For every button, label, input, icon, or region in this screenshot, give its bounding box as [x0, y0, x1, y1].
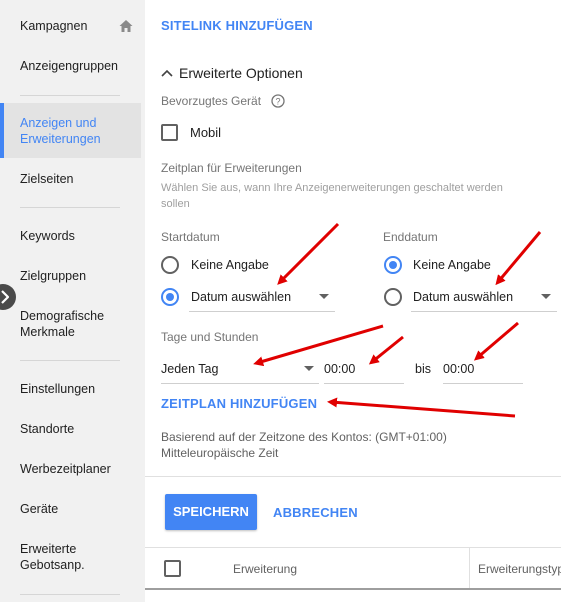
sidebar-item-label: Standorte: [20, 422, 75, 436]
sidebar-item-demografische-merkmale[interactable]: Demografische Merkmale: [0, 308, 145, 340]
end-none-radio[interactable]: [384, 256, 402, 274]
end-date-select-value: Datum auswählen: [413, 290, 514, 304]
caret-down-icon: [304, 366, 314, 371]
sidebar-divider: [20, 207, 120, 208]
timezone-name: Mitteleuropäische Zeit: [161, 446, 279, 460]
timezone-note: Basierend auf der Zeitzone des Kontos: (…: [161, 430, 447, 444]
time-to-field[interactable]: 00:00: [443, 360, 523, 384]
sidebar-divider: [20, 360, 120, 361]
sidebar-item-label: Demografische Merkmale: [20, 309, 105, 339]
start-date-label: Startdatum: [161, 230, 220, 244]
sidebar-item-label: Geräte: [20, 502, 59, 516]
start-none-label: Keine Angabe: [191, 258, 269, 272]
sidebar-item-zielseiten[interactable]: Zielseiten: [0, 171, 145, 187]
sidebar-item-anzeigen-und-erweiterungen[interactable]: Anzeigen und Erweiterungen: [0, 103, 141, 158]
sidebar-divider: [20, 594, 120, 595]
sidebar-item-label: Erweiterte Gebotsanp.: [20, 542, 85, 572]
sidebar: Kampagnen Anzeigengruppen Anzeigen und E…: [0, 0, 145, 602]
save-button[interactable]: SPEICHERN: [165, 494, 257, 530]
start-none-radio[interactable]: [161, 256, 179, 274]
end-date-radio[interactable]: [384, 288, 402, 306]
chevron-up-icon[interactable]: [161, 69, 173, 77]
sidebar-item-label: Anzeigen und Erweiterungen: [20, 116, 101, 146]
bis-label: bis: [415, 362, 431, 376]
mobile-checkbox[interactable]: [161, 124, 178, 141]
start-date-select-value: Datum auswählen: [191, 290, 292, 304]
sidebar-item-erweiterte-gebotsanp[interactable]: Erweiterte Gebotsanp.: [0, 541, 145, 573]
end-date-label: Enddatum: [383, 230, 438, 244]
sidebar-item-einstellungen[interactable]: Einstellungen: [0, 381, 145, 397]
select-all-checkbox[interactable]: [164, 560, 181, 577]
sidebar-divider: [20, 95, 120, 96]
cancel-button[interactable]: ABBRECHEN: [273, 505, 358, 520]
help-icon[interactable]: ?: [271, 94, 285, 108]
sidebar-item-zielgruppen[interactable]: Zielgruppen: [0, 268, 145, 284]
main-panel: SITELINK HINZUFÜGEN Erweiterte Optionen …: [145, 0, 561, 602]
preferred-device-label: Bevorzugtes Gerät: [161, 94, 262, 108]
svg-text:?: ?: [275, 97, 280, 107]
sidebar-item-label: Anzeigengruppen: [20, 59, 118, 73]
sidebar-item-standorte[interactable]: Standorte: [0, 421, 145, 437]
sidebar-item-werbezeitplaner[interactable]: Werbezeitplaner: [0, 461, 145, 477]
divider: [145, 476, 561, 477]
sidebar-item-label: Zielgruppen: [20, 269, 87, 283]
schedule-title: Zeitplan für Erweiterungen: [161, 161, 302, 175]
caret-down-icon: [319, 294, 329, 299]
caret-down-icon: [541, 294, 551, 299]
table-header-border: [145, 588, 561, 590]
day-select-value: Jeden Tag: [161, 362, 219, 376]
sidebar-item-label: Keywords: [20, 229, 75, 243]
advanced-options-toggle[interactable]: Erweiterte Optionen: [179, 65, 303, 81]
collapse-sidebar-button[interactable]: [0, 284, 16, 310]
sidebar-item-label: Kampagnen: [20, 19, 88, 33]
add-sitelink-link[interactable]: SITELINK HINZUFÜGEN: [161, 18, 313, 33]
column-divider: [469, 548, 470, 588]
sidebar-item-geraete[interactable]: Geräte: [0, 501, 145, 517]
chevron-right-icon: [1, 290, 9, 304]
schedule-hint: Wählen Sie aus, wann Ihre Anzeigenerweit…: [161, 182, 503, 210]
time-from-field[interactable]: 00:00: [324, 360, 404, 384]
table-top-border: [145, 547, 561, 548]
days-hours-label: Tage und Stunden: [161, 330, 259, 344]
end-date-select[interactable]: Datum auswählen: [411, 288, 557, 312]
mobile-label: Mobil: [190, 125, 222, 140]
column-header-erweiterung[interactable]: Erweiterung: [233, 562, 297, 576]
column-header-erweiterungstyp[interactable]: Erweiterungstyp: [478, 562, 561, 576]
sidebar-item-label: Werbezeitplaner: [20, 462, 111, 476]
home-icon[interactable]: [118, 18, 134, 34]
sidebar-item-label: Einstellungen: [20, 382, 96, 396]
sidebar-item-anzeigengruppen[interactable]: Anzeigengruppen: [0, 58, 145, 74]
day-select[interactable]: Jeden Tag: [161, 360, 319, 384]
start-date-select[interactable]: Datum auswählen: [189, 288, 335, 312]
sidebar-item-keywords[interactable]: Keywords: [0, 228, 145, 244]
start-date-radio[interactable]: [161, 288, 179, 306]
end-none-label: Keine Angabe: [413, 258, 491, 272]
add-schedule-link[interactable]: ZEITPLAN HINZUFÜGEN: [161, 396, 317, 411]
sidebar-item-label: Zielseiten: [20, 172, 74, 186]
